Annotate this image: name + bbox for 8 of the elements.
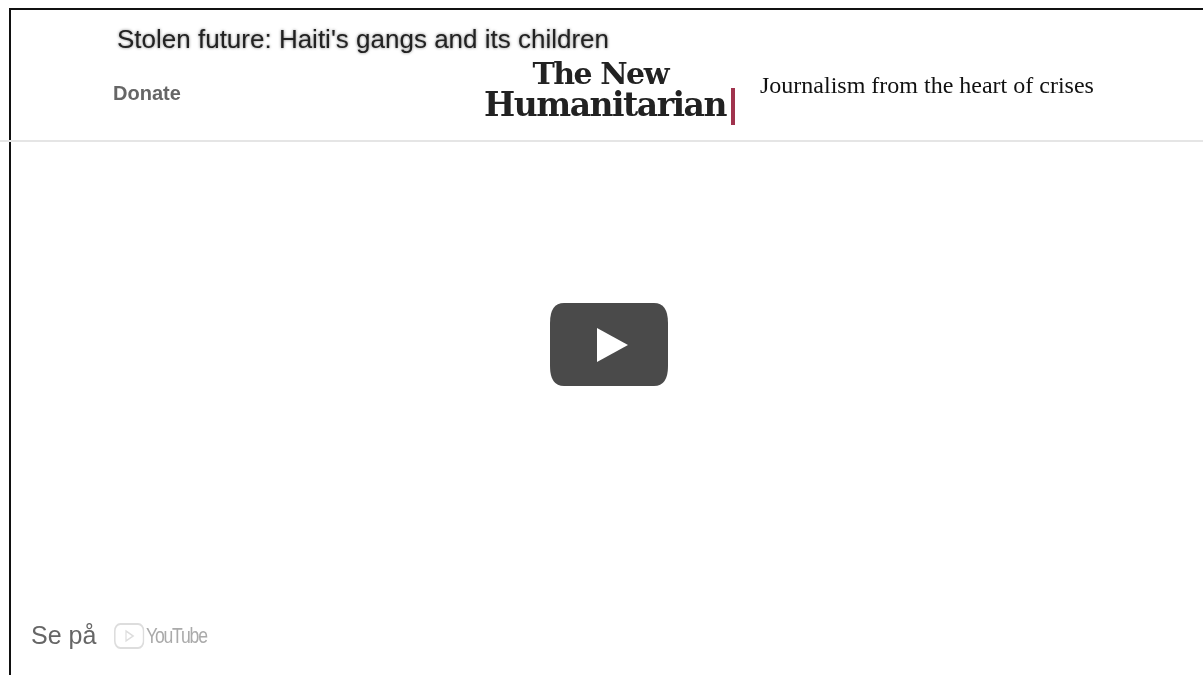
site-logo[interactable]: The New Humanitarian xyxy=(484,60,726,120)
play-icon xyxy=(550,303,668,386)
tagline: Journalism from the heart of crises xyxy=(760,72,1094,99)
video-title[interactable]: Stolen future: Haiti's gangs and its children xyxy=(117,24,610,55)
donate-link[interactable]: Donate xyxy=(113,82,181,105)
watch-on-label: Se på xyxy=(31,621,97,650)
play-button[interactable] xyxy=(550,303,668,386)
play-icon xyxy=(114,622,145,649)
